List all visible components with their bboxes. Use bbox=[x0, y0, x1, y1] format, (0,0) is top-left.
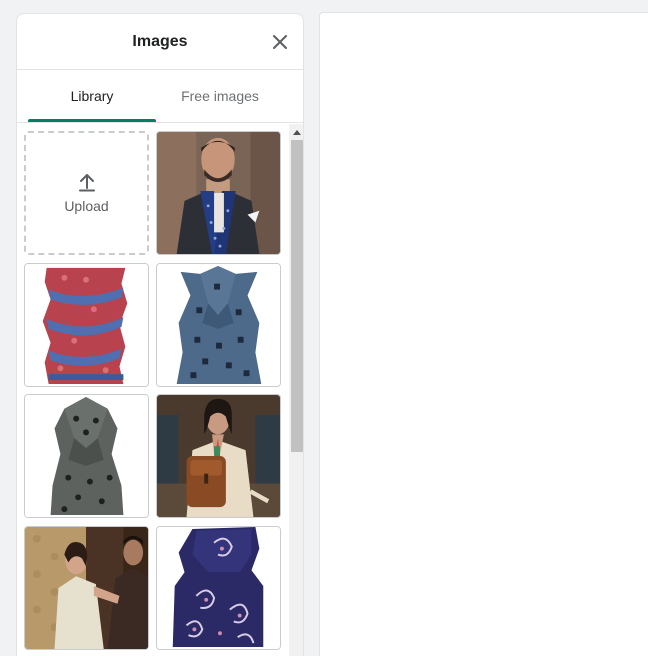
scroll-thumb[interactable] bbox=[291, 140, 303, 452]
scroll-up-button[interactable] bbox=[289, 124, 303, 140]
panel-title: Images bbox=[132, 32, 188, 50]
man-navy-scarf-thumbnail bbox=[157, 132, 280, 254]
blue-tie-thumbnail bbox=[157, 264, 280, 386]
image-grey-patterned-tie[interactable] bbox=[24, 394, 149, 518]
paisley-scarf-thumbnail bbox=[25, 264, 148, 386]
upload-label: Upload bbox=[64, 198, 109, 214]
image-blue-patterned-tie[interactable] bbox=[156, 263, 281, 387]
close-button[interactable] bbox=[269, 31, 291, 53]
upload-button[interactable]: Upload bbox=[24, 131, 149, 255]
image-navy-paisley-tie[interactable] bbox=[156, 526, 281, 650]
tab-free-images[interactable]: Free images bbox=[156, 70, 284, 122]
panel-header: Images bbox=[17, 14, 303, 70]
paisley-tie-thumbnail bbox=[157, 527, 280, 649]
image-man-navy-scarf[interactable] bbox=[156, 131, 281, 255]
main-content-area bbox=[319, 12, 648, 656]
tab-bar: Library Free images bbox=[17, 70, 303, 123]
image-woman-leather-backpack[interactable] bbox=[156, 394, 281, 518]
woman-backpack-thumbnail bbox=[157, 395, 280, 517]
upload-arrow-icon bbox=[78, 174, 95, 192]
scrollbar[interactable] bbox=[289, 124, 303, 656]
tab-library-label: Library bbox=[70, 88, 114, 104]
close-icon bbox=[273, 35, 287, 49]
images-panel: Images Library Free images Upload bbox=[16, 13, 304, 656]
image-couple-vintage[interactable] bbox=[24, 526, 149, 650]
tab-free-images-label: Free images bbox=[181, 88, 259, 104]
grey-tie-thumbnail bbox=[25, 395, 148, 517]
image-grid: Upload bbox=[17, 124, 289, 656]
image-red-blue-paisley-scarf[interactable] bbox=[24, 263, 149, 387]
scroll-up-arrow-icon bbox=[293, 130, 301, 135]
tab-library[interactable]: Library bbox=[28, 70, 156, 122]
couple-thumbnail bbox=[25, 527, 148, 649]
